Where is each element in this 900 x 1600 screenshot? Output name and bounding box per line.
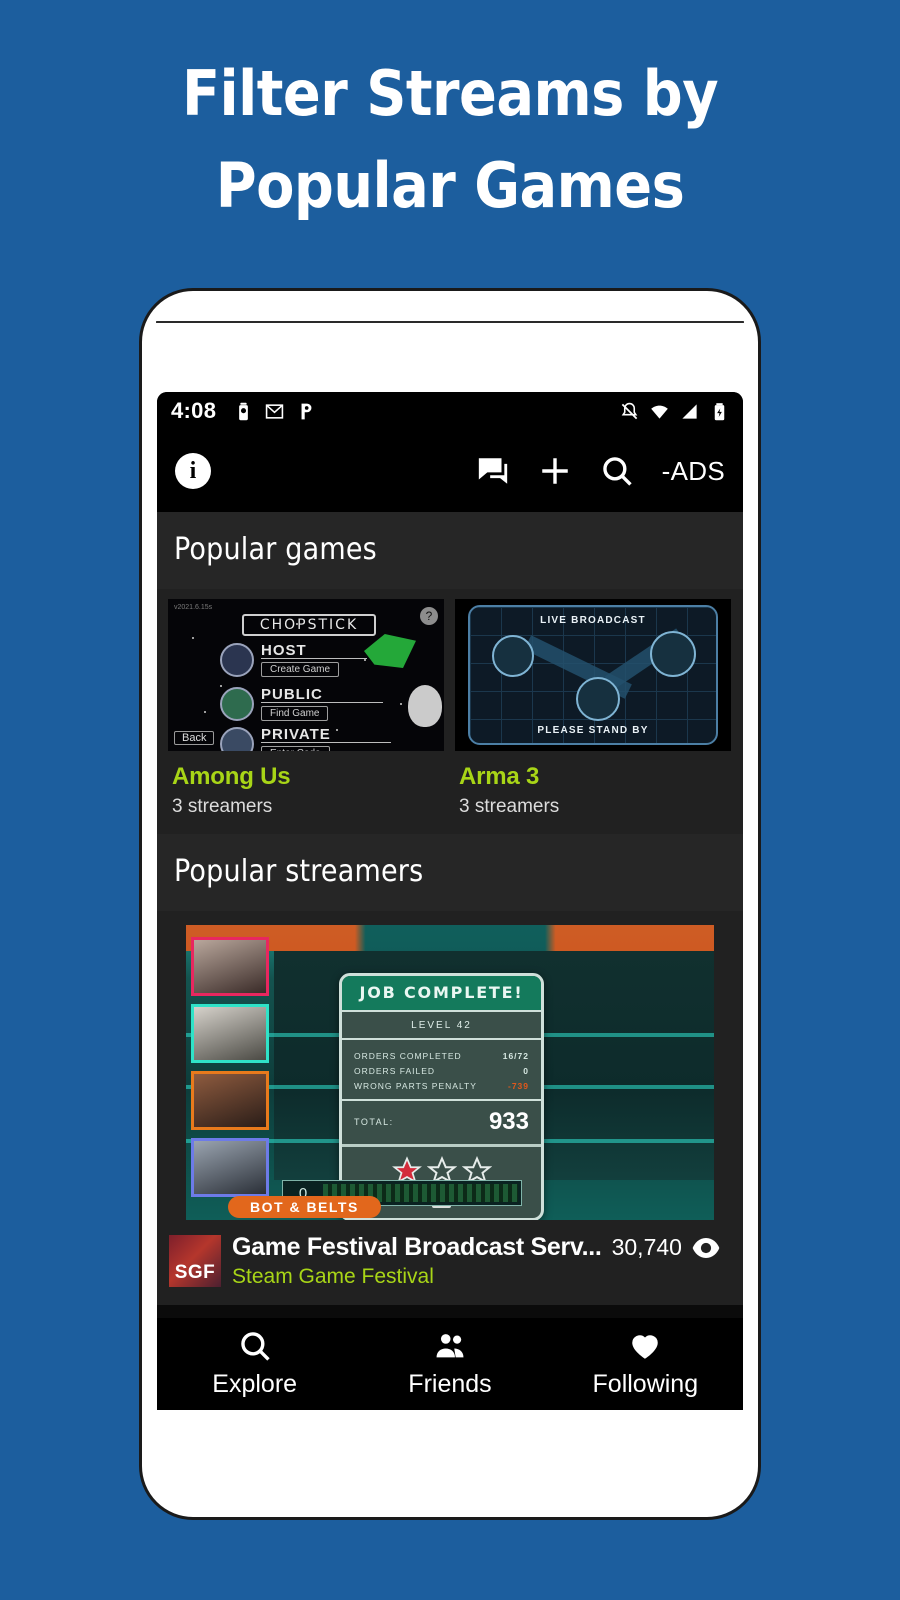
popular-streamers-heading: Popular streamers	[157, 834, 743, 911]
stream-thumbnail[interactable]: JOB COMPLETE! LEVEL 42 ORDERS COMPLETED …	[186, 925, 714, 1220]
stream-title[interactable]: Game Festival Broadcast Serv...	[232, 1233, 602, 1262]
eye-icon	[692, 1237, 720, 1258]
pandora-icon	[301, 403, 312, 419]
job-stat-row: ORDERS FAILED 0	[354, 1063, 529, 1078]
stream-title-row: Game Festival Broadcast Serv... 30,740	[232, 1233, 731, 1262]
among-us-character	[408, 685, 442, 727]
avatar[interactable]: SGF	[169, 1235, 221, 1287]
heart-icon	[632, 1335, 659, 1359]
job-stat-label: WRONG PARTS PENALTY	[354, 1080, 477, 1091]
nav-item-explore[interactable]: Explore	[157, 1329, 352, 1399]
job-level: LEVEL 42	[342, 1010, 541, 1040]
phone-bezel-line	[156, 301, 744, 323]
bottom-navigation: Explore Friends Following	[157, 1318, 743, 1410]
job-total-value: 933	[488, 1108, 529, 1135]
nav-label: Friends	[408, 1370, 492, 1398]
among-us-public-label: PUBLIC	[261, 687, 383, 703]
job-total-row: TOTAL: 933	[342, 1099, 541, 1144]
among-us-leaf	[364, 634, 416, 668]
popular-games-section: v2021.6.15s CHOPSTICK ? HOST Create Game	[157, 589, 743, 834]
game-title[interactable]: Among Us	[168, 751, 444, 791]
avatar	[220, 643, 254, 677]
stream-meta-row[interactable]: SGF Game Festival Broadcast Serv... 30,7…	[157, 1220, 743, 1305]
status-right-icons	[620, 402, 729, 421]
job-stat-value: 16/72	[502, 1050, 529, 1061]
gmail-icon	[266, 403, 284, 419]
popular-streamers-section: JOB COMPLETE! LEVEL 42 ORDERS COMPLETED …	[157, 911, 743, 1305]
streamer-cam	[191, 937, 269, 996]
arma3-art: LIVE BROADCAST PLEASE STAND BY	[455, 599, 731, 751]
info-button[interactable]: i	[175, 453, 211, 489]
among-us-enter-code-button: Enter Code	[261, 746, 330, 751]
among-us-find-game-button: Find Game	[261, 706, 329, 721]
popular-games-heading: Popular games	[157, 512, 743, 589]
avatar	[220, 727, 254, 751]
nav-label: Explore	[212, 1370, 298, 1398]
among-us-private-label: PRIVATE	[261, 727, 391, 743]
job-complete-heading: JOB COMPLETE!	[342, 976, 541, 1010]
signal-icon	[682, 403, 697, 419]
job-stat-value: 0	[523, 1065, 529, 1076]
arma3-top-caption: LIVE BROADCAST	[540, 615, 646, 626]
battery-saver-icon	[239, 402, 249, 420]
phone-screen: 4:08 i -ADS Popular games v2021.6.15s CH…	[157, 392, 743, 1410]
game-card-arma-3[interactable]: LIVE BROADCAST PLEASE STAND BY Arma 3 3	[455, 599, 731, 834]
plus-icon[interactable]	[538, 454, 572, 488]
streamer-cam	[191, 1138, 269, 1197]
job-stat-label: ORDERS COMPLETED	[354, 1050, 462, 1061]
promo-screenshot: Filter Streams by Popular Games 4:08 i -…	[0, 0, 900, 1600]
arma3-bottom-caption: PLEASE STAND BY	[537, 725, 649, 736]
remove-ads-button[interactable]: -ADS	[662, 456, 725, 487]
battery-charging-icon	[714, 402, 725, 420]
status-time: 4:08	[171, 398, 217, 423]
job-total-label: TOTAL:	[354, 1117, 394, 1127]
game-card-among-us[interactable]: v2021.6.15s CHOPSTICK ? HOST Create Game	[168, 599, 444, 834]
job-stat-rows: ORDERS COMPLETED 16/72 ORDERS FAILED 0 W…	[342, 1040, 541, 1099]
games-row: v2021.6.15s CHOPSTICK ? HOST Create Game	[157, 599, 743, 834]
nav-item-friends[interactable]: Friends	[352, 1329, 547, 1399]
stream-meta-text: Game Festival Broadcast Serv... 30,740 S…	[232, 1233, 731, 1289]
streamer-cam	[191, 1004, 269, 1063]
chat-icon[interactable]	[476, 454, 510, 488]
status-bar: 4:08	[157, 392, 743, 430]
among-us-host-label: HOST	[261, 643, 367, 659]
game-title[interactable]: Arma 3	[455, 751, 731, 791]
job-stat-label: ORDERS FAILED	[354, 1065, 436, 1076]
promo-headline: Filter Streams by Popular Games	[0, 48, 900, 232]
game-thumbnail[interactable]: LIVE BROADCAST PLEASE STAND BY	[455, 599, 731, 751]
avatar	[220, 687, 254, 721]
app-bar: i -ADS	[157, 430, 743, 512]
job-stat-value: -739	[507, 1080, 529, 1091]
people-icon	[436, 1334, 464, 1358]
game-banner: BOT & BELTS	[228, 1196, 381, 1218]
game-thumbnail[interactable]: v2021.6.15s CHOPSTICK ? HOST Create Game	[168, 599, 444, 751]
status-left-icons	[234, 402, 315, 421]
nav-item-following[interactable]: Following	[548, 1329, 743, 1399]
headline-line-1: Filter Streams by	[181, 57, 719, 130]
wifi-icon	[651, 405, 668, 419]
search-icon[interactable]	[600, 454, 634, 488]
viewer-count: 30,740	[611, 1234, 682, 1260]
game-streamer-count: 3 streamers	[172, 796, 273, 817]
search-icon	[240, 1332, 270, 1361]
app-bar-actions: -ADS	[476, 454, 725, 488]
headline-line-2: Popular Games	[215, 148, 685, 222]
among-us-create-game-button: Create Game	[261, 662, 340, 677]
job-stat-row: ORDERS COMPLETED 16/72	[354, 1048, 529, 1063]
streamer-cams	[191, 937, 269, 1205]
avatar-label: SGF	[174, 1262, 216, 1283]
notifications-off-icon	[621, 402, 638, 419]
stream-category[interactable]: Steam Game Festival	[232, 1265, 731, 1289]
help-icon: ?	[420, 607, 438, 625]
among-us-lobby-name: CHOPSTICK	[242, 614, 376, 636]
job-stat-row: WRONG PARTS PENALTY -739	[354, 1078, 529, 1093]
game-streamer-count: 3 streamers	[459, 796, 560, 817]
nav-label: Following	[592, 1370, 699, 1398]
among-us-art: v2021.6.15s CHOPSTICK ? HOST Create Game	[168, 599, 444, 751]
among-us-version: v2021.6.15s	[174, 604, 213, 611]
among-us-back-button: Back	[174, 731, 215, 745]
streamer-cam	[191, 1071, 269, 1130]
